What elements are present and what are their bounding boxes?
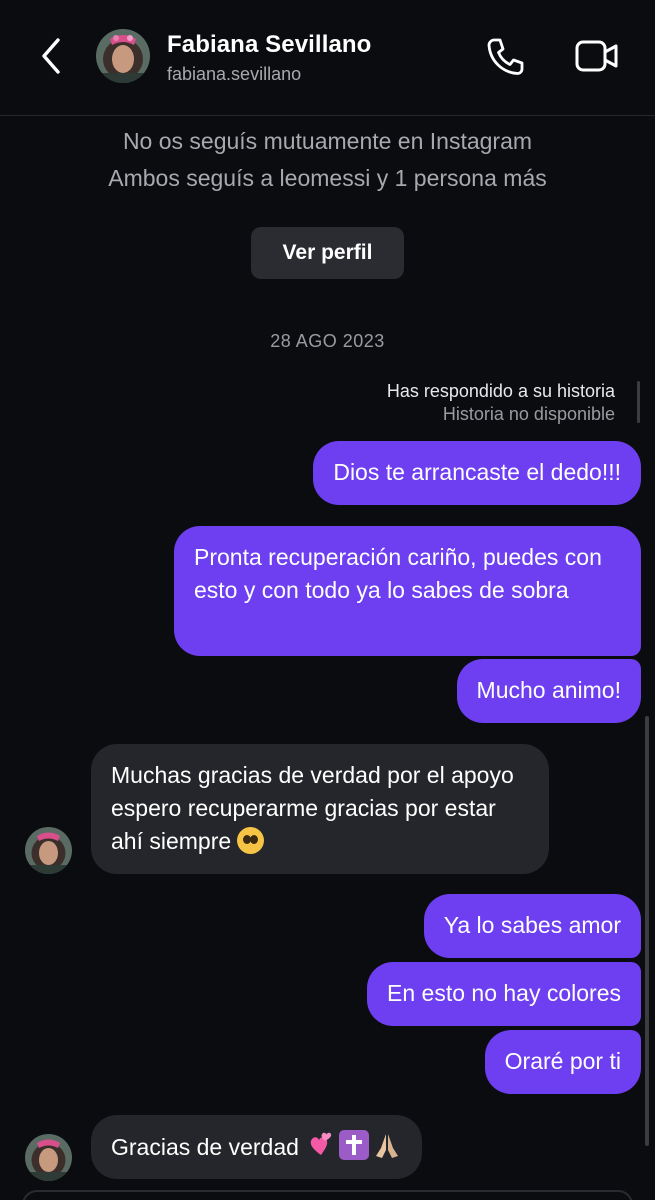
pleading-face-emoji <box>237 827 265 854</box>
message-bubble[interactable]: Pronta recuperación cariño, puedes con e… <box>174 526 641 656</box>
message-bubble[interactable]: Ya lo sabes amor <box>423 894 641 958</box>
message-text: Dios te arrancaste el dedo!!! <box>333 459 621 485</box>
message-text: En esto no hay colores <box>387 980 621 1006</box>
message-text: Ya lo sabes amor <box>443 912 621 938</box>
mutual-followers-text: Ambos seguís a leomessi y 1 persona más <box>108 165 547 191</box>
mutual-follow-text: No os seguís mutuamente en Instagram <box>122 128 533 154</box>
view-profile-button[interactable]: Ver perfil <box>251 227 404 279</box>
message-text: Muchas gracias de verdad por el apoyo es… <box>111 762 514 854</box>
message-bubble[interactable]: Oraré por ti <box>484 1030 641 1094</box>
chat-header: Fabiana Sevillano fabiana.sevillano <box>0 0 655 116</box>
two-hearts-emoji <box>305 1131 335 1168</box>
message-text: Pronta recuperación cariño, puedes con e… <box>194 544 602 603</box>
message-bubble[interactable]: Gracias de verdad <box>91 1115 423 1179</box>
scrollbar[interactable] <box>645 716 649 1146</box>
message-bubble[interactable]: En esto no hay colores <box>367 962 641 1026</box>
message-bubble[interactable]: Mucho animo! <box>456 659 641 723</box>
phone-icon[interactable] <box>484 36 526 78</box>
latin-cross-emoji <box>339 1130 370 1160</box>
avatar[interactable] <box>96 29 150 83</box>
folded-hands-emoji <box>372 1130 402 1169</box>
date-separator: 28 AGO 2023 <box>270 331 385 351</box>
story-reply-note: Has respondido a su historia <box>386 381 615 401</box>
scrollbar-thumb[interactable] <box>637 381 640 423</box>
contact-name[interactable]: Fabiana Sevillano <box>167 31 371 59</box>
message-composer[interactable] <box>22 1190 633 1200</box>
back-arrow-icon[interactable] <box>34 36 70 76</box>
video-camera-icon[interactable] <box>574 38 620 76</box>
message-text: Mucho animo! <box>476 677 621 703</box>
story-unavailable-note[interactable]: Historia no disponible <box>443 404 615 425</box>
avatar[interactable] <box>25 827 72 874</box>
contact-username[interactable]: fabiana.sevillano <box>167 64 301 85</box>
message-bubble[interactable]: Dios te arrancaste el dedo!!! <box>313 441 641 505</box>
avatar[interactable] <box>25 1134 72 1181</box>
message-bubble[interactable]: Muchas gracias de verdad por el apoyo es… <box>91 744 549 874</box>
message-text: Gracias de verdad <box>111 1134 299 1160</box>
message-text: Oraré por ti <box>504 1048 621 1074</box>
